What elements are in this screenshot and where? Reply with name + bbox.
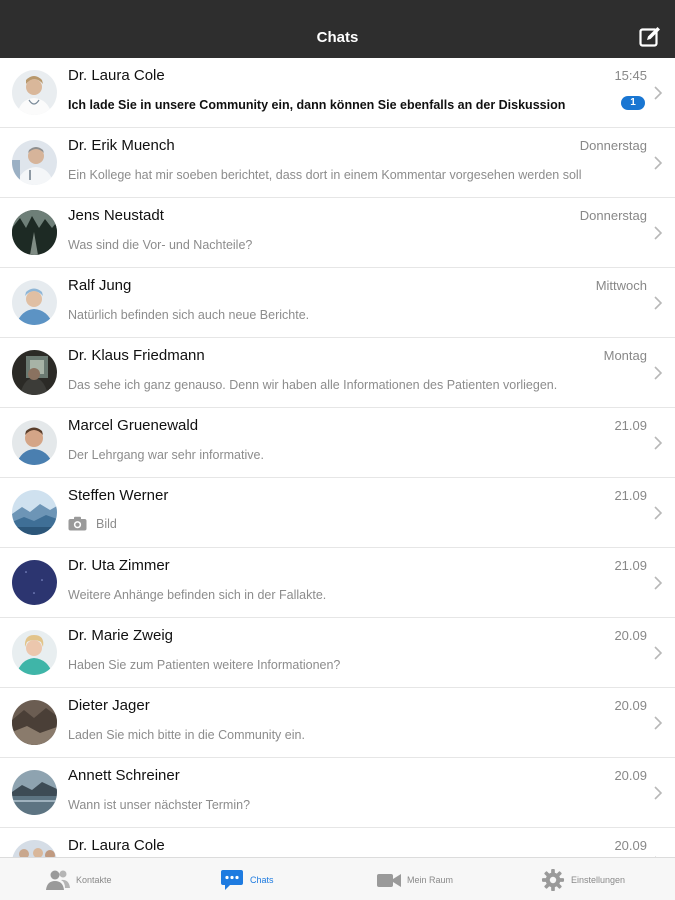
chat-name: Dr. Klaus Friedmann <box>68 347 205 364</box>
image-attachment: Bild <box>68 516 117 531</box>
chat-preview: Das sehe ich ganz genauso. Denn wir habe… <box>68 378 558 392</box>
chat-preview: Wann ist unser nächster Termin? <box>68 798 251 812</box>
avatar <box>12 770 57 815</box>
chat-row[interactable]: Ralf Jung Mittwoch Natürlich befinden si… <box>0 268 675 338</box>
chat-name: Annett Schreiner <box>68 767 180 784</box>
tab-mein-raum[interactable]: Mein Raum <box>377 858 453 900</box>
chat-name: Ralf Jung <box>68 277 132 294</box>
chat-name: Jens Neustadt <box>68 207 164 224</box>
chat-name: Dr. Laura Cole <box>68 837 165 854</box>
avatar <box>12 840 57 857</box>
avatar <box>12 700 57 745</box>
chat-time: Donnerstag <box>579 208 647 223</box>
chat-time: Montag <box>603 348 647 363</box>
chat-preview: Der Lehrgang war sehr informative. <box>68 448 264 462</box>
chat-bubble-icon <box>221 869 243 890</box>
chat-row[interactable]: Annett Schreiner 20.09 Wann ist unser nä… <box>0 758 675 828</box>
chevron-right-icon <box>654 86 663 100</box>
chevron-right-icon <box>654 156 663 170</box>
avatar <box>12 70 57 115</box>
chevron-right-icon <box>654 436 663 450</box>
chat-time: Donnerstag <box>579 138 647 153</box>
chat-row[interactable]: Dr. Uta Zimmer 21.09 Weitere Anhänge bef… <box>0 548 675 618</box>
tab-label: Chats <box>250 874 274 885</box>
avatar <box>12 280 57 325</box>
tab-contacts[interactable]: Kontakte <box>46 858 112 900</box>
video-camera-icon <box>377 873 401 887</box>
avatar <box>12 490 57 535</box>
tab-chats[interactable]: Chats <box>220 858 274 900</box>
avatar <box>12 560 57 605</box>
chevron-right-icon <box>654 226 663 240</box>
unread-badge: 1 <box>621 96 645 110</box>
chevron-right-icon <box>654 506 663 520</box>
tab-settings[interactable]: Einstellungen <box>541 858 625 900</box>
chevron-right-icon <box>654 576 663 590</box>
chat-row[interactable]: Dieter Jager 20.09 Laden Sie mich bitte … <box>0 688 675 758</box>
chat-name: Marcel Gruenewald <box>68 417 199 434</box>
chat-name: Dr. Laura Cole <box>68 67 165 84</box>
top-bar: Chats <box>0 0 675 58</box>
chat-row[interactable]: Dr. Klaus Friedmann Montag Das sehe ich … <box>0 338 675 408</box>
avatar <box>12 420 57 465</box>
chat-time: 21.09 <box>614 558 647 573</box>
chevron-right-icon <box>654 716 663 730</box>
tab-label: Einstellungen <box>571 874 626 885</box>
chat-time: 20.09 <box>614 628 647 643</box>
chat-list: Dr. Laura Cole 15:45 Ich lade Sie in uns… <box>0 58 675 857</box>
chat-name: Dieter Jager <box>68 697 150 714</box>
avatar <box>12 210 57 255</box>
chat-row[interactable]: Marcel Gruenewald 21.09 Der Lehrgang war… <box>0 408 675 478</box>
chat-preview: Was sind die Vor- und Nachteile? <box>68 238 253 252</box>
chat-time: 20.09 <box>614 838 647 853</box>
chat-time: 21.09 <box>614 488 647 503</box>
chat-name: Dr. Marie Zweig <box>68 627 174 644</box>
contacts-icon <box>46 870 70 890</box>
chat-name: Dr. Erik Muench <box>68 137 175 154</box>
chat-row[interactable]: Dr. Laura Cole 20.09 <box>0 828 675 857</box>
chat-preview: Ein Kollege hat mir soeben berichtet, da… <box>68 168 582 182</box>
chat-preview: Ich lade Sie in unsere Community ein, da… <box>68 98 566 112</box>
camera-icon <box>68 516 87 531</box>
chat-row[interactable]: Dr. Laura Cole 15:45 Ich lade Sie in uns… <box>0 58 675 128</box>
avatar <box>12 630 57 675</box>
chat-time: 20.09 <box>614 698 647 713</box>
chat-time: 15:45 <box>614 68 647 83</box>
chat-preview: Haben Sie zum Patienten weitere Informat… <box>68 658 341 672</box>
avatar <box>12 140 57 185</box>
chat-preview: Laden Sie mich bitte in die Community ei… <box>68 728 305 742</box>
chat-time: 21.09 <box>614 418 647 433</box>
chevron-right-icon <box>654 646 663 660</box>
chat-name: Steffen Werner <box>68 487 169 504</box>
chat-preview: Weitere Anhänge befinden sich in der Fal… <box>68 588 327 602</box>
page-title: Chats <box>316 29 359 46</box>
chat-time: Mittwoch <box>595 278 647 293</box>
attachment-label: Bild <box>96 516 117 531</box>
gear-icon <box>542 868 564 891</box>
avatar <box>12 350 57 395</box>
tab-label: Mein Raum <box>407 874 454 885</box>
chevron-right-icon <box>654 366 663 380</box>
compose-icon[interactable] <box>639 26 661 48</box>
chevron-right-icon <box>654 786 663 800</box>
chat-time: 20.09 <box>614 768 647 783</box>
chat-row[interactable]: Dr. Erik Muench Donnerstag Ein Kollege h… <box>0 128 675 198</box>
chevron-right-icon <box>654 296 663 310</box>
tab-label: Kontakte <box>76 874 112 885</box>
chat-row[interactable]: Jens Neustadt Donnerstag Was sind die Vo… <box>0 198 675 268</box>
tab-bar: Kontakte Chats Mein Raum Einstellungen <box>0 857 675 900</box>
chat-row[interactable]: Steffen Werner 21.09 Bild <box>0 478 675 548</box>
chat-preview: Natürlich befinden sich auch neue Berich… <box>68 308 310 322</box>
chat-name: Dr. Uta Zimmer <box>68 557 170 574</box>
chat-row[interactable]: Dr. Marie Zweig 20.09 Haben Sie zum Pati… <box>0 618 675 688</box>
